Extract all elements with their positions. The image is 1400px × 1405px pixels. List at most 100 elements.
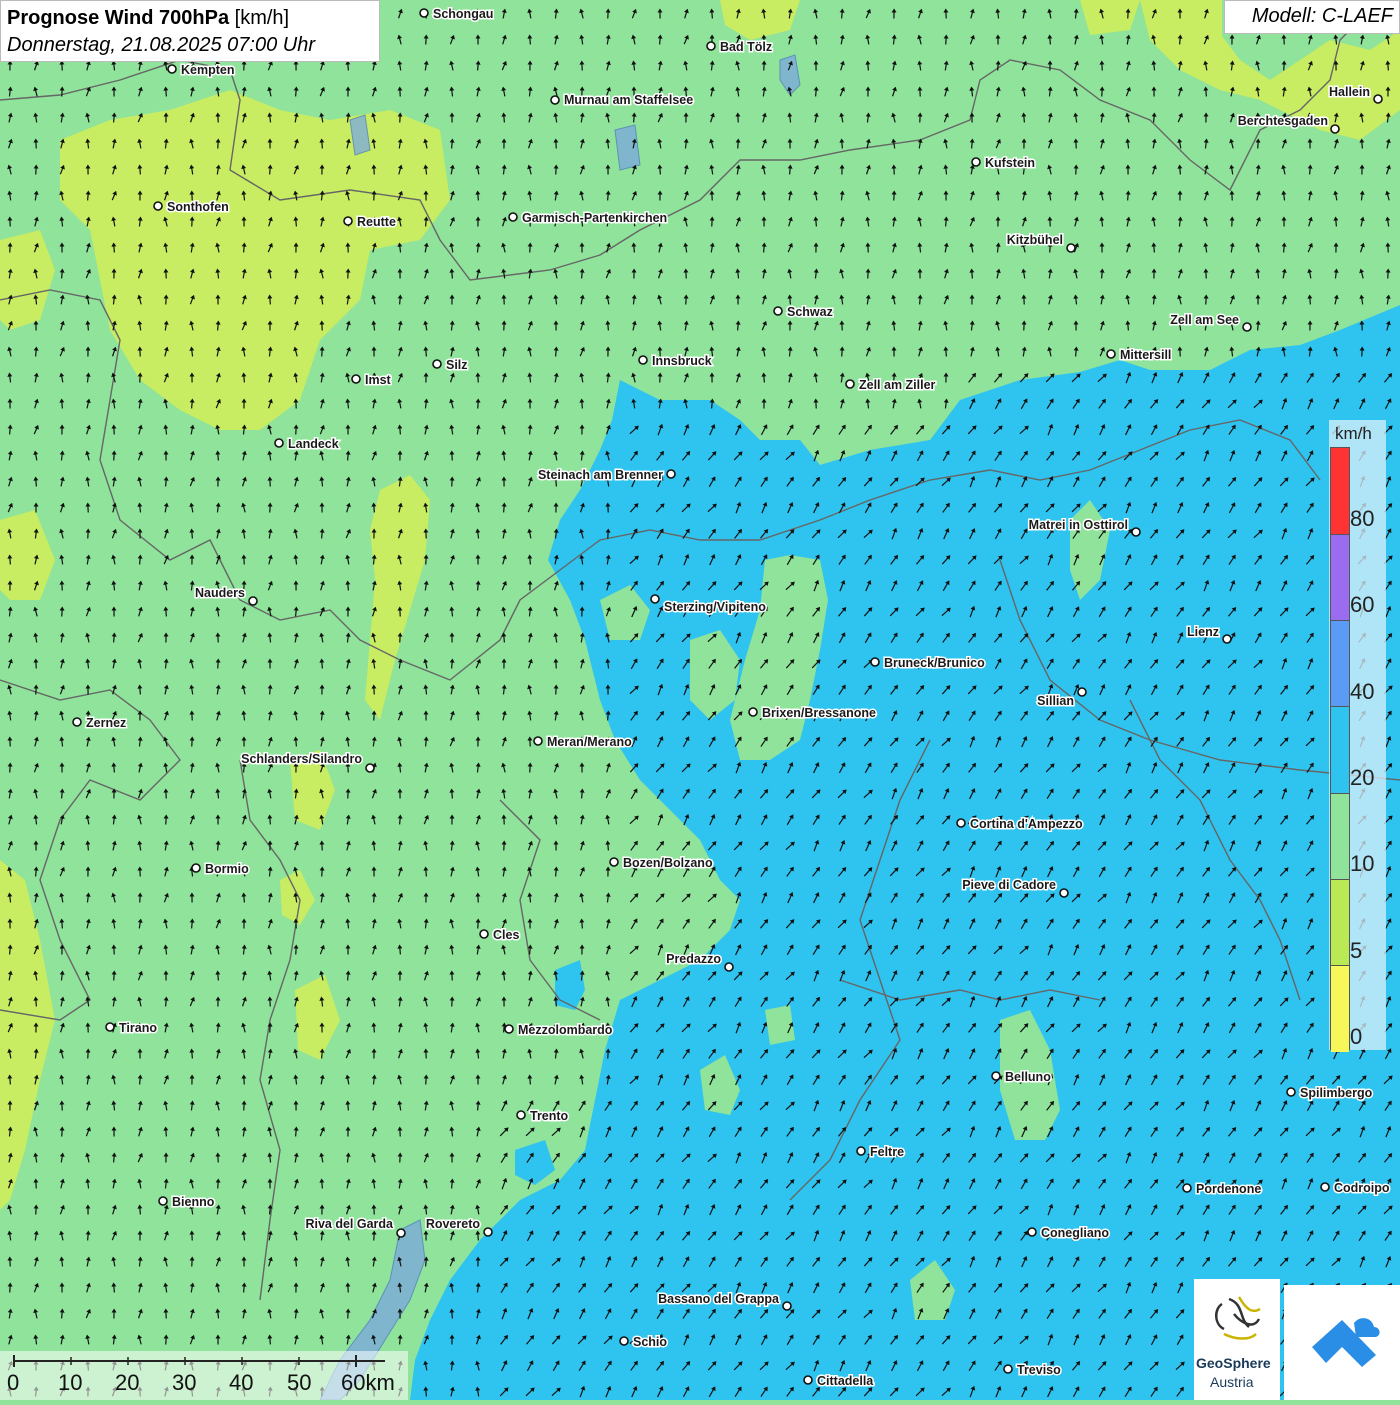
place-label: Silz xyxy=(446,358,468,372)
legend-segment xyxy=(1331,879,1349,966)
place-label: Mittersill xyxy=(1120,348,1171,362)
place-label: Kempten xyxy=(181,63,234,77)
scale-label: 10 xyxy=(58,1370,82,1396)
place-dot xyxy=(397,1229,405,1237)
place-dot xyxy=(344,217,352,225)
place-label: Conegliano xyxy=(1041,1226,1109,1240)
place-label: Bad Tölz xyxy=(720,40,772,54)
place-dot xyxy=(366,764,374,772)
place-label: Imst xyxy=(365,373,392,387)
place-dot xyxy=(420,9,428,17)
place-label: Sterzing/Vipiteno xyxy=(664,600,766,614)
place-dot xyxy=(159,1197,167,1205)
place-label: Lienz xyxy=(1187,625,1219,639)
place-dot xyxy=(620,1337,628,1345)
place-label: Schwaz xyxy=(787,305,833,319)
place-dot xyxy=(707,42,715,50)
legend-segment xyxy=(1331,793,1349,880)
legend-color-bar xyxy=(1330,447,1350,1050)
scale-label: 30 xyxy=(172,1370,196,1396)
place-label: Predazzo xyxy=(666,952,721,966)
legend-segment xyxy=(1331,448,1349,534)
legend-tick-label: 80 xyxy=(1350,506,1374,532)
place-dot xyxy=(154,202,162,210)
place-label: Mezzolombardo xyxy=(518,1023,613,1037)
scale-label: 20 xyxy=(115,1370,139,1396)
logo-name-1: GeoSphere xyxy=(1196,1355,1271,1371)
place-label: Sillian xyxy=(1037,694,1074,708)
place-label: Belluno xyxy=(1005,1070,1051,1084)
place-dot xyxy=(871,658,879,666)
logo-name-2: Austria xyxy=(1210,1374,1254,1390)
place-dot xyxy=(1331,125,1339,133)
place-label: Feltre xyxy=(870,1145,904,1159)
place-label: Steinach am Brenner xyxy=(538,468,663,482)
place-dot xyxy=(1374,95,1382,103)
place-dot xyxy=(749,708,757,716)
place-dot xyxy=(1060,889,1068,897)
place-label: Bozen/Bolzano xyxy=(623,856,713,870)
place-label: Reutte xyxy=(357,215,396,229)
place-label: Sonthofen xyxy=(167,200,229,214)
scale-label: 0 xyxy=(7,1370,19,1396)
legend-unit: km/h xyxy=(1335,424,1372,444)
place-label: Trento xyxy=(530,1109,569,1123)
place-label: Tirano xyxy=(119,1021,157,1035)
place-label: Treviso xyxy=(1017,1363,1061,1377)
place-label: Kitzbühel xyxy=(1007,233,1063,247)
place-label: Landeck xyxy=(288,437,339,451)
place-label: Riva del Garda xyxy=(305,1217,394,1231)
place-label: Bruneck/Brunico xyxy=(884,656,985,670)
place-dot xyxy=(992,1072,1000,1080)
weather-app-icon xyxy=(1284,1285,1400,1400)
legend-tick-label: 10 xyxy=(1350,851,1374,877)
place-label: Garmisch-Partenkirchen xyxy=(522,211,667,225)
place-label: Brixen/Bressanone xyxy=(762,706,876,720)
geosphere-emblem-icon xyxy=(1194,1279,1280,1359)
place-label: Schio xyxy=(633,1335,667,1349)
place-dot xyxy=(783,1302,791,1310)
place-dot xyxy=(551,96,559,104)
legend-tick-label: 40 xyxy=(1350,679,1374,705)
place-dot xyxy=(192,864,200,872)
place-dot xyxy=(651,595,659,603)
scale-label: 50 xyxy=(287,1370,311,1396)
place-dot xyxy=(667,470,675,478)
place-label: Cortina d'Ampezzo xyxy=(970,817,1083,831)
place-label: Hallein xyxy=(1329,85,1370,99)
place-dot xyxy=(534,737,542,745)
wind-map[interactable]: Schongau Bad Tölz Kempten Murnau am Staffel… xyxy=(0,0,1400,1400)
place-dot xyxy=(846,380,854,388)
place-dot xyxy=(639,356,647,364)
place-label: Zell am Ziller xyxy=(859,378,936,392)
place-label: Schongau xyxy=(433,7,493,21)
place-dot xyxy=(352,375,360,383)
legend-segment xyxy=(1331,534,1349,621)
place-dot xyxy=(957,819,965,827)
model-label: Modell: C-LAEF xyxy=(1224,0,1400,34)
place-label: Nauders xyxy=(195,586,245,600)
place-dot xyxy=(610,858,618,866)
place-label: Codroipo xyxy=(1334,1181,1390,1195)
title-main: Prognose Wind 700hPa xyxy=(7,7,229,29)
place-dot xyxy=(106,1023,114,1031)
place-dot xyxy=(1183,1184,1191,1192)
place-dot xyxy=(484,1228,492,1236)
place-dot xyxy=(1028,1228,1036,1236)
title-unit: [km/h] xyxy=(235,7,289,29)
place-label: Rovereto xyxy=(426,1217,481,1231)
legend-tick-label: 20 xyxy=(1350,765,1374,791)
legend-tick-label: 5 xyxy=(1350,938,1362,964)
legend-segment xyxy=(1331,620,1349,707)
place-dot xyxy=(1132,528,1140,536)
place-dot xyxy=(275,439,283,447)
scale-label: 40 xyxy=(229,1370,253,1396)
place-label: Murnau am Staffelsee xyxy=(564,93,693,107)
legend-tick-label: 60 xyxy=(1350,592,1374,618)
place-label: Zell am See xyxy=(1170,313,1239,327)
place-dot xyxy=(480,930,488,938)
place-dot xyxy=(168,65,176,73)
place-label: Schlanders/Silandro xyxy=(241,752,362,766)
place-dot xyxy=(1321,1183,1329,1191)
place-label: Kufstein xyxy=(985,156,1035,170)
